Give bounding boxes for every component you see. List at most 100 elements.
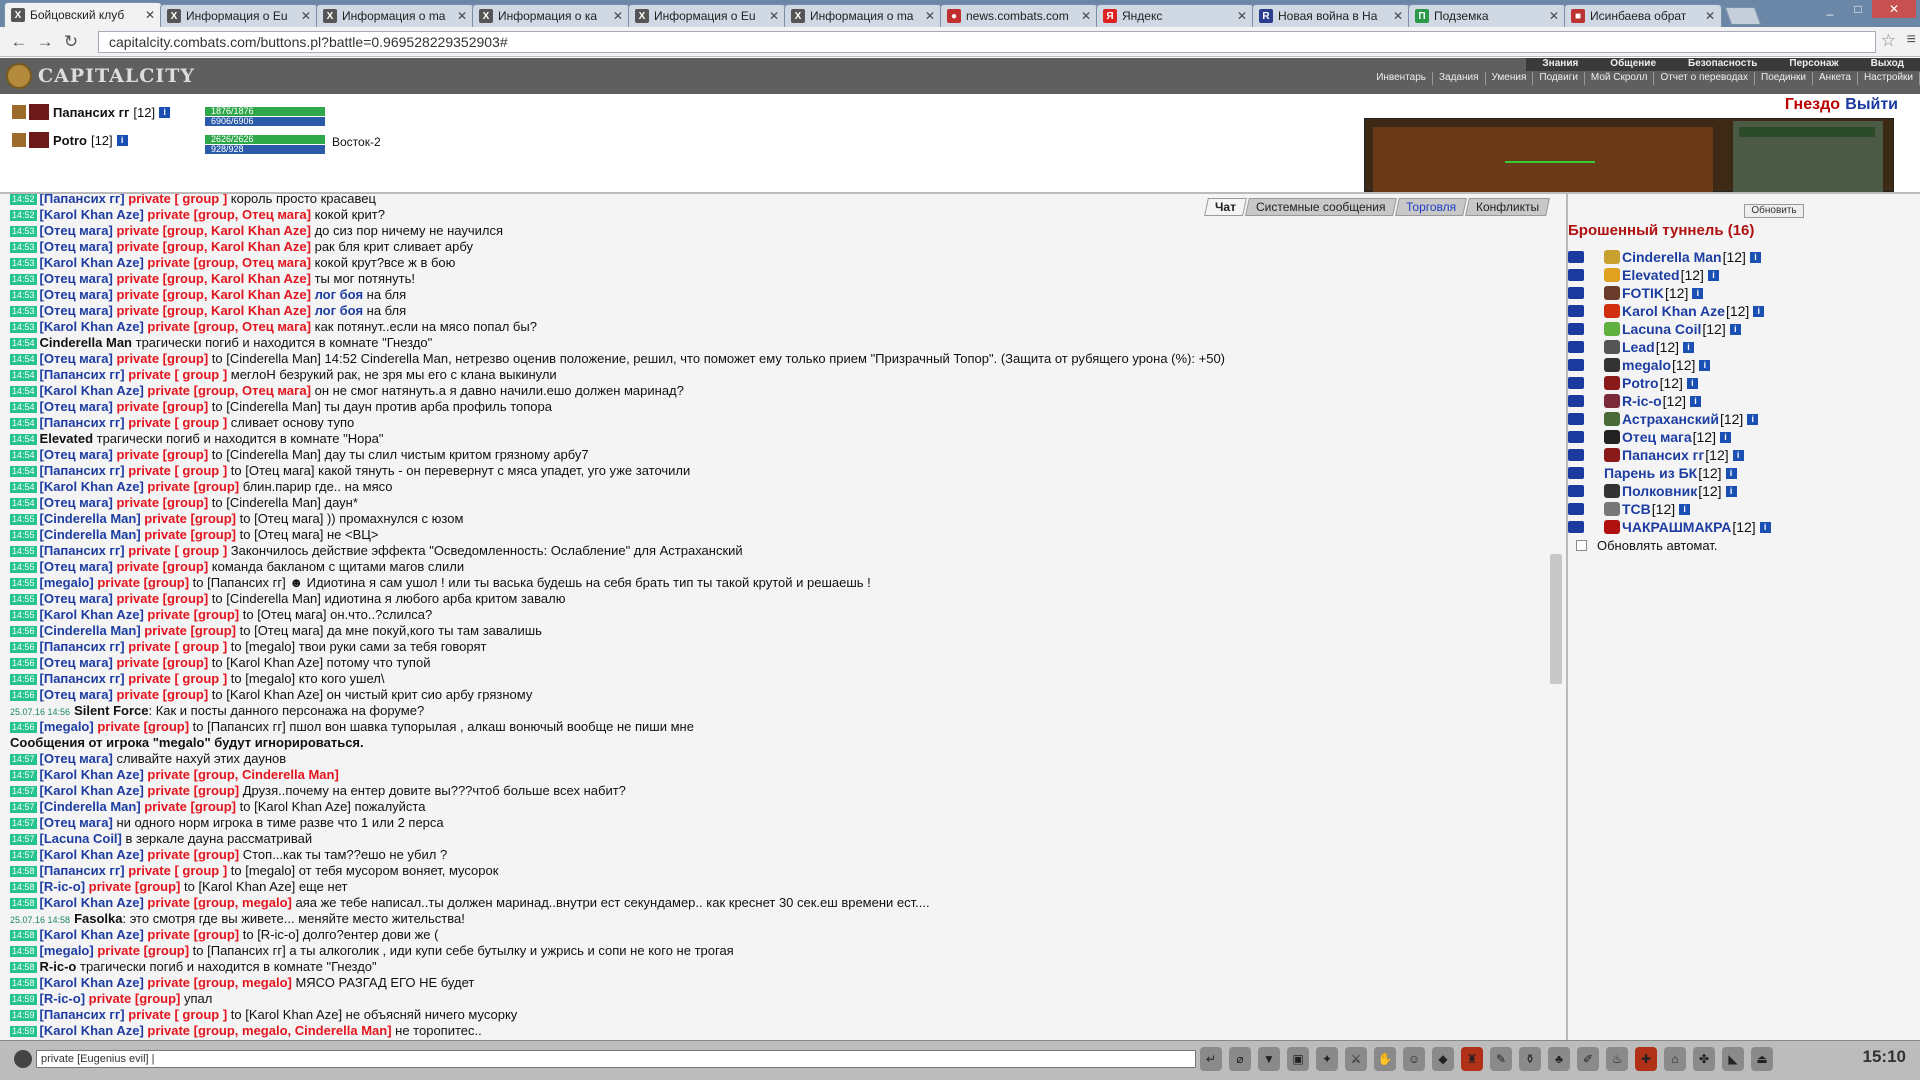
- tab-close-icon[interactable]: ✕: [925, 9, 935, 23]
- user-info-icon[interactable]: i: [1683, 341, 1695, 353]
- sub-menu-item[interactable]: Анкета: [1813, 72, 1858, 85]
- user-list-item[interactable]: Отец мага [12] i: [1568, 428, 1771, 446]
- message-nick[interactable]: [Karol Khan Aze]: [40, 383, 148, 398]
- user-name[interactable]: Папансих гг: [1622, 447, 1704, 463]
- message-private-tag[interactable]: private [group, megalo]: [147, 895, 295, 910]
- message-nick[interactable]: [Отец мага]: [40, 655, 117, 670]
- message-nick[interactable]: [Karol Khan Aze]: [40, 607, 148, 622]
- message-private-tag[interactable]: private [group]: [116, 655, 211, 670]
- user-action-icon[interactable]: [1568, 449, 1584, 461]
- user-list-item[interactable]: Парень из БК [12] i: [1568, 464, 1771, 482]
- message-nick[interactable]: [Папансих гг]: [40, 463, 129, 478]
- warrior-icon[interactable]: ♜: [1461, 1047, 1483, 1071]
- user-name[interactable]: Полковник: [1622, 483, 1697, 499]
- tab-close-icon[interactable]: ✕: [301, 9, 311, 23]
- user-action-icon[interactable]: [1568, 287, 1584, 299]
- user-list-item[interactable]: Lead [12] i: [1568, 338, 1771, 356]
- home-icon[interactable]: ⌂: [1664, 1047, 1686, 1071]
- message-nick[interactable]: [Karol Khan Aze]: [40, 927, 148, 942]
- message-private-tag[interactable]: private [group]: [97, 943, 192, 958]
- user-name[interactable]: Парень из БК: [1604, 465, 1697, 481]
- new-tab-button[interactable]: [1724, 7, 1762, 25]
- horn-icon[interactable]: ◣: [1722, 1047, 1744, 1071]
- message-nick[interactable]: [Karol Khan Aze]: [40, 847, 148, 862]
- message-private-tag[interactable]: private [group]: [116, 399, 211, 414]
- forward-icon[interactable]: →: [32, 32, 58, 52]
- clear-icon[interactable]: ⌀: [1229, 1047, 1251, 1071]
- bag-icon[interactable]: ♣: [1548, 1047, 1570, 1071]
- chat-scrollbar[interactable]: [1550, 554, 1562, 684]
- tab-close-icon[interactable]: ✕: [1549, 9, 1559, 23]
- shield-icon[interactable]: ◆: [1432, 1047, 1454, 1071]
- user-action-icon[interactable]: [1568, 377, 1584, 389]
- message-private-tag[interactable]: private [group]: [89, 991, 184, 1006]
- user-action-icon[interactable]: [1568, 431, 1584, 443]
- user-action-icon[interactable]: [1568, 305, 1584, 317]
- message-nick[interactable]: [Karol Khan Aze]: [40, 975, 148, 990]
- message-nick[interactable]: [Cinderella Man]: [40, 623, 145, 638]
- message-private-tag[interactable]: private [group]: [116, 687, 211, 702]
- tab-close-icon[interactable]: ✕: [1081, 9, 1091, 23]
- message-nick[interactable]: [Karol Khan Aze]: [40, 767, 148, 782]
- message-private-tag[interactable]: private [ group ]: [128, 1007, 231, 1022]
- scene-nav-buttons[interactable]: [1739, 127, 1875, 137]
- message-private-tag[interactable]: private [group]: [116, 591, 211, 606]
- maximize-button[interactable]: □: [1844, 0, 1872, 18]
- user-list-item[interactable]: Папансих гг [12] i: [1568, 446, 1771, 464]
- user-info-icon[interactable]: i: [1690, 395, 1702, 407]
- message-nick[interactable]: [Cinderella Man]: [40, 511, 145, 526]
- user-action-icon[interactable]: [1568, 323, 1584, 335]
- message-private-tag[interactable]: private [group]: [147, 783, 242, 798]
- message-private-tag[interactable]: private [ group ]: [128, 194, 231, 206]
- top-menu-item[interactable]: Персонаж: [1773, 58, 1854, 71]
- url-input[interactable]: capitalcity.combats.com/buttons.pl?battl…: [98, 31, 1876, 53]
- user-action-icon[interactable]: [1568, 269, 1584, 281]
- chat-input[interactable]: private [Eugenius evil] |: [36, 1050, 1196, 1068]
- message-nick[interactable]: [Отец мага]: [40, 239, 117, 254]
- message-private-tag[interactable]: private [group, megalo, Cinderella Man]: [147, 1023, 395, 1038]
- message-nick[interactable]: [Папансих гг]: [40, 1007, 129, 1022]
- user-list-item[interactable]: megalo [12] i: [1568, 356, 1771, 374]
- paw-icon[interactable]: ✤: [1693, 1047, 1715, 1071]
- user-info-icon[interactable]: i: [1749, 251, 1761, 263]
- sub-menu-item[interactable]: Мой Скролл: [1585, 72, 1655, 85]
- user-list-item[interactable]: R-ic-o [12] i: [1568, 392, 1771, 410]
- user-action-icon[interactable]: [1568, 467, 1584, 479]
- tab-close-icon[interactable]: ✕: [1705, 9, 1715, 23]
- message-nick[interactable]: [Отец мага]: [40, 591, 117, 606]
- message-private-tag[interactable]: private [group]: [116, 495, 211, 510]
- user-name[interactable]: Астраханский: [1622, 411, 1719, 427]
- message-nick[interactable]: лог боя: [315, 303, 363, 318]
- user-info-icon[interactable]: i: [1759, 521, 1771, 533]
- browser-tab[interactable]: R Новая война в На ✕: [1252, 4, 1410, 27]
- message-private-tag[interactable]: private [group]: [147, 607, 242, 622]
- browser-tab[interactable]: П Подземка ✕: [1408, 4, 1566, 27]
- message-nick[interactable]: [Папансих гг]: [40, 543, 129, 558]
- chat-tab[interactable]: Торговля: [1394, 198, 1467, 216]
- message-nick[interactable]: [Папансих гг]: [40, 863, 129, 878]
- browser-menu-icon[interactable]: ≡: [1907, 31, 1916, 49]
- message-nick[interactable]: [megalo]: [40, 943, 98, 958]
- user-name[interactable]: Lead: [1622, 339, 1655, 355]
- message-nick[interactable]: [Папансих гг]: [40, 671, 129, 686]
- message-private-tag[interactable]: private [group, Karol Khan Aze]: [116, 223, 314, 238]
- close-window-button[interactable]: ✕: [1872, 0, 1916, 18]
- flame-icon[interactable]: ♨: [1606, 1047, 1628, 1071]
- player-info-icon[interactable]: i: [116, 134, 128, 146]
- user-info-icon[interactable]: i: [1679, 503, 1691, 515]
- face-icon[interactable]: ☺: [1403, 1047, 1425, 1071]
- user-name[interactable]: Potro: [1622, 375, 1659, 391]
- user-action-icon[interactable]: [1568, 251, 1584, 263]
- minimize-button[interactable]: _: [1816, 0, 1844, 18]
- player-name[interactable]: Папансих гг: [53, 105, 129, 120]
- player-name[interactable]: Potro: [53, 133, 87, 148]
- message-nick[interactable]: [Karol Khan Aze]: [40, 207, 148, 222]
- message-nick[interactable]: [R-ic-o]: [40, 879, 89, 894]
- message-private-tag[interactable]: private [ group ]: [128, 543, 231, 558]
- browser-tab[interactable]: X Информация о ma ✕: [316, 4, 474, 27]
- message-private-tag[interactable]: private [ group ]: [128, 671, 231, 686]
- exit-link[interactable]: Выйти: [1845, 96, 1898, 114]
- user-info-icon[interactable]: i: [1753, 305, 1765, 317]
- message-nick[interactable]: [Папансих гг]: [40, 367, 129, 382]
- smiley-icon[interactable]: [14, 1050, 32, 1068]
